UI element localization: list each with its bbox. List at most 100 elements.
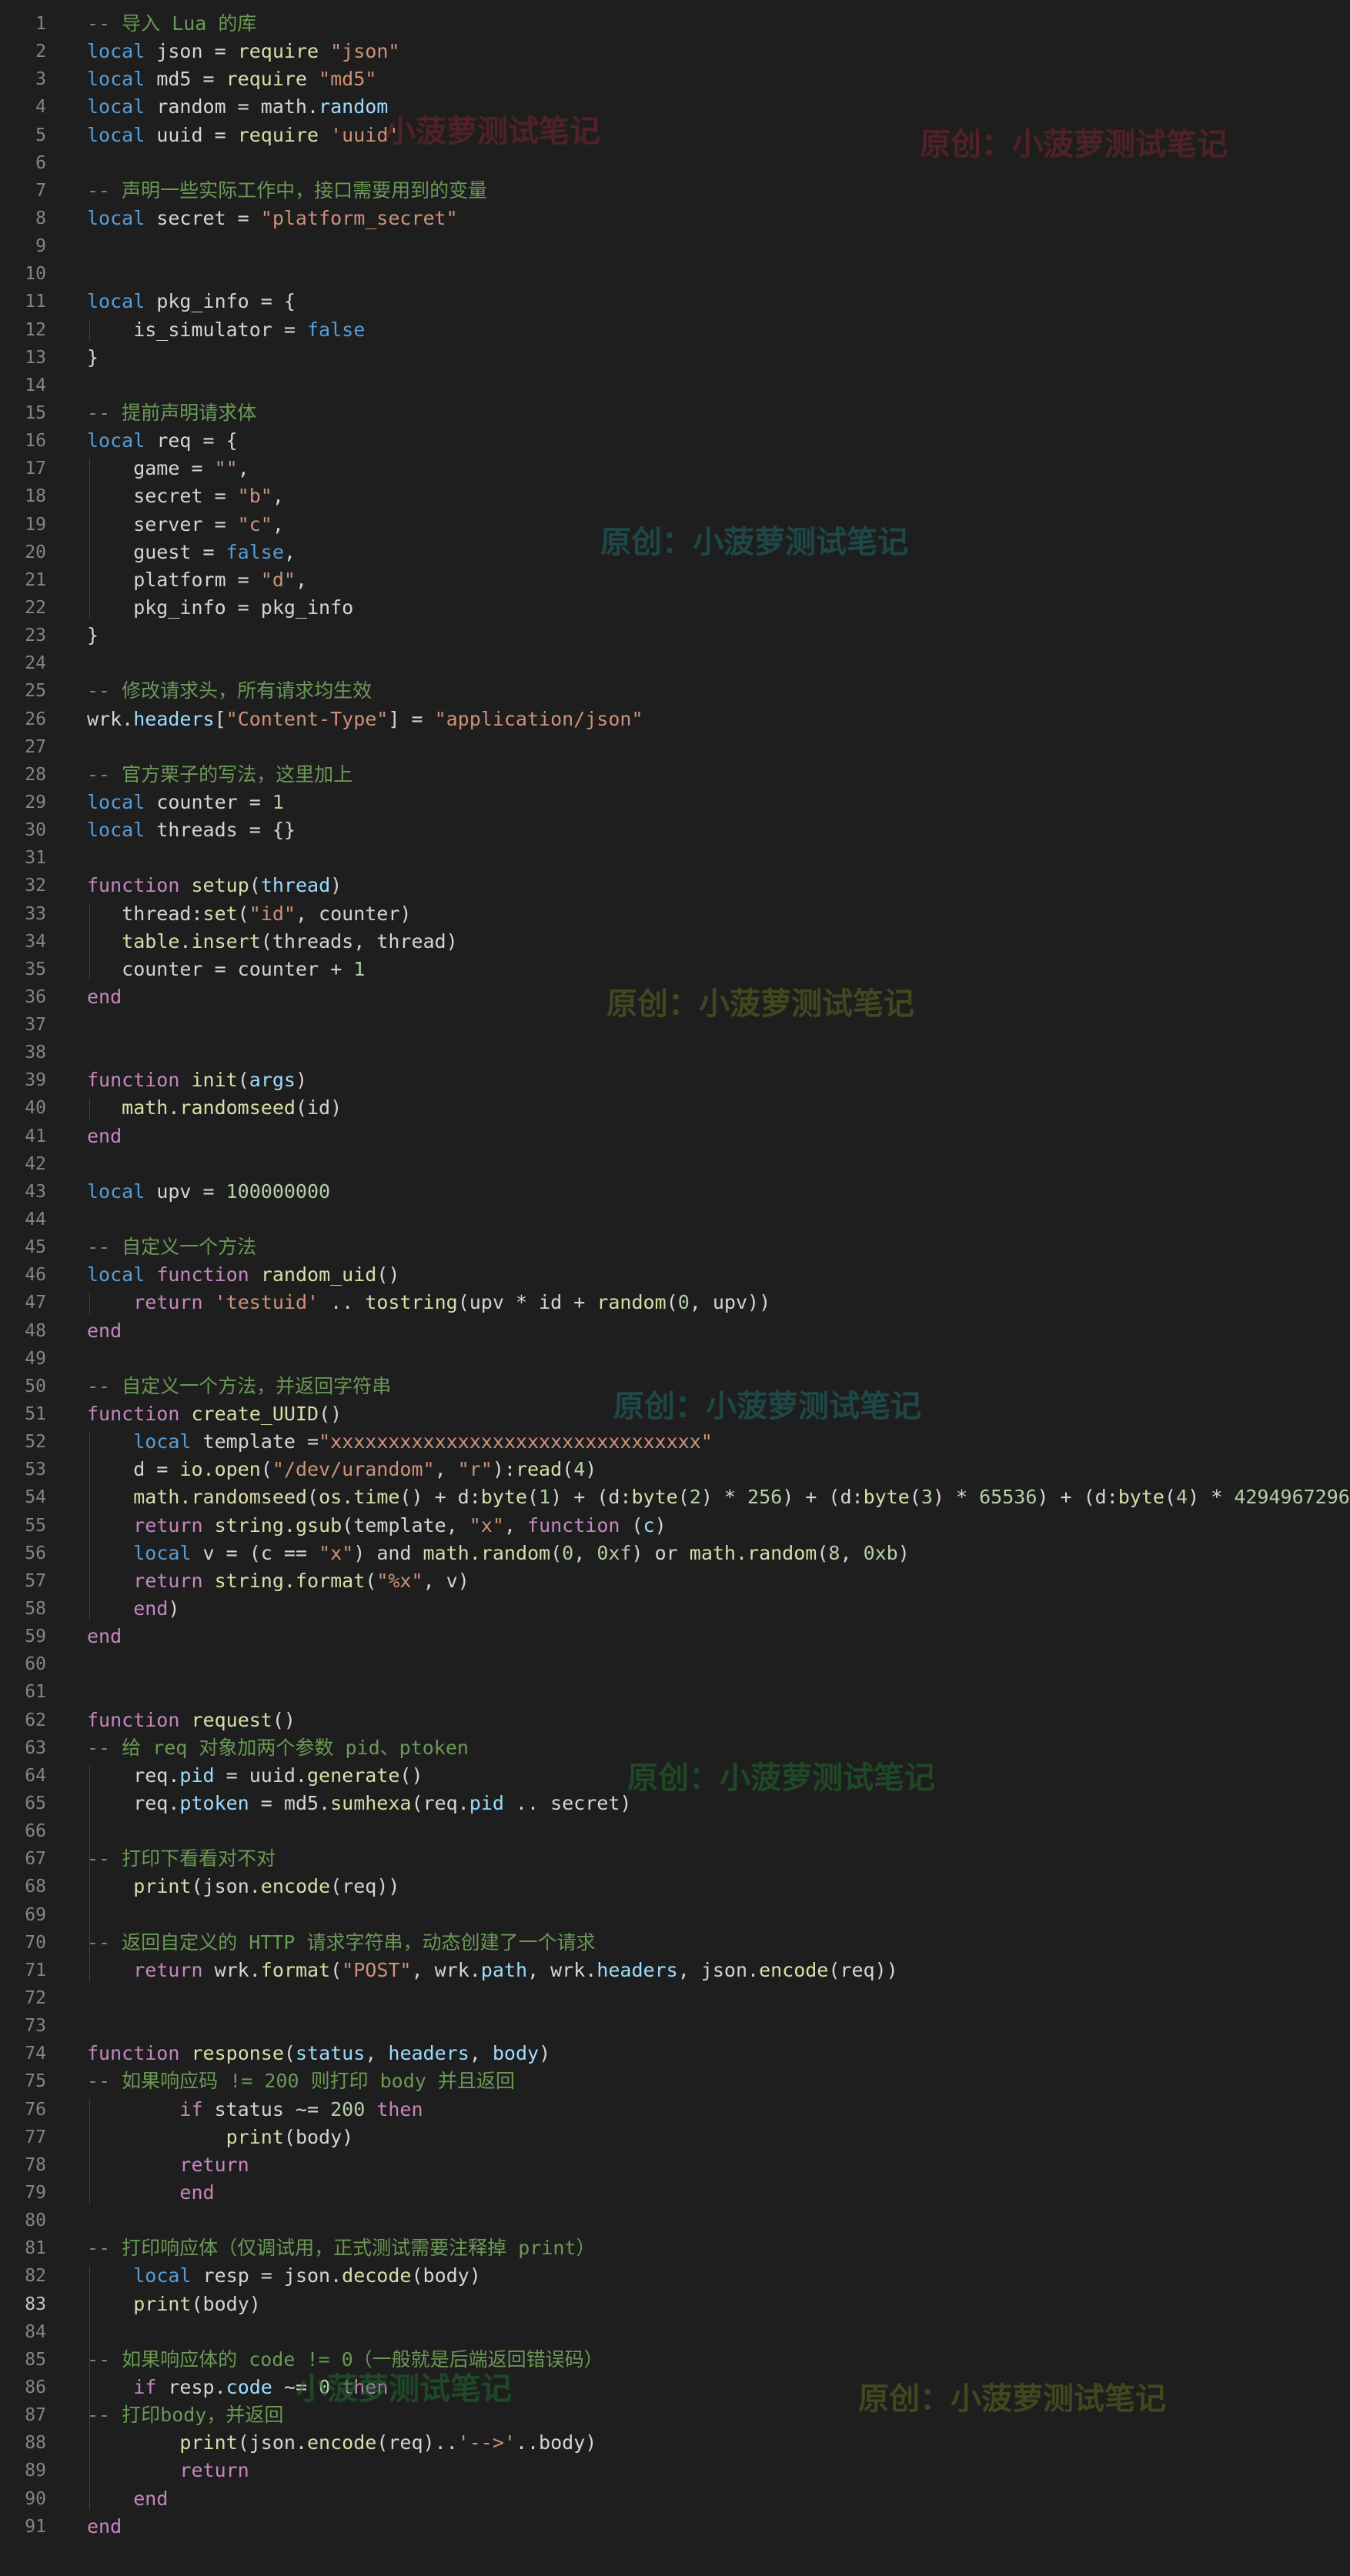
code-line[interactable]: 58 end) [0, 1595, 1350, 1623]
code-line[interactable]: 43 local upv = 100000000 [0, 1178, 1350, 1206]
line-number: 89 [25, 2461, 46, 2481]
code-line[interactable]: 3 local md5 = require "md5" [0, 65, 1350, 93]
code-line[interactable]: 7 -- 声明一些实际工作中，接口需要用到的变量 [0, 177, 1350, 205]
code-line[interactable]: 49 [0, 1345, 1350, 1373]
code-line[interactable]: 67 -- 打印下看看对不对 [0, 1845, 1350, 1873]
code-line[interactable]: 63 -- 给 req 对象加两个参数 pid、ptoken [0, 1734, 1350, 1762]
code-line[interactable]: 33 thread:set("id", counter) [0, 900, 1350, 928]
code-line[interactable]: 82 local resp = json.decode(body) [0, 2262, 1350, 2290]
code-line[interactable]: 86 if resp.code ~= 0 then [0, 2374, 1350, 2401]
code-line[interactable]: 84 [0, 2318, 1350, 2346]
code-editor[interactable]: 1 -- 导入 Lua 的库 2 local json = require "json… [0, 10, 1350, 2541]
code-line[interactable]: 66 [0, 1817, 1350, 1845]
code-line[interactable]: 88 print(json.encode(req)..'-->'..body) [0, 2429, 1350, 2457]
code-line[interactable]: 24 [0, 649, 1350, 677]
code-line[interactable]: 53 d = io.open("/dev/urandom", "r"):read… [0, 1456, 1350, 1483]
code-line[interactable]: 54 math.randomseed(os.time() + d:byte(1)… [0, 1483, 1350, 1511]
code-line[interactable]: 25 -- 修改请求头，所有请求均生效 [0, 677, 1350, 705]
code-line[interactable]: 78 return [0, 2151, 1350, 2179]
code-line[interactable]: 61 [0, 1678, 1350, 1706]
code-line[interactable]: 34 table.insert(threads, thread) [0, 928, 1350, 956]
code-line[interactable]: 28 -- 官方栗子的写法，这里加上 [0, 761, 1350, 789]
code-line[interactable]: 20 guest = false, [0, 539, 1350, 566]
code-line[interactable]: 83 print(body) [0, 2291, 1350, 2318]
code-line[interactable]: 89 return [0, 2457, 1350, 2484]
code-line[interactable]: 77 print(body) [0, 2124, 1350, 2151]
code-line[interactable]: 21 platform = "d", [0, 566, 1350, 594]
code-line[interactable]: 29 local counter = 1 [0, 789, 1350, 816]
code-line[interactable]: 72 [0, 1984, 1350, 2012]
code-line[interactable]: 12 is_simulator = false [0, 316, 1350, 344]
code-line[interactable]: 56 local v = (c == "x") and math.random(… [0, 1540, 1350, 1567]
code-line[interactable]: 35 counter = counter + 1 [0, 956, 1350, 983]
line-number: 31 [25, 848, 46, 869]
code-line[interactable]: 60 [0, 1650, 1350, 1678]
code-line[interactable]: 45 -- 自定义一个方法 [0, 1233, 1350, 1261]
code-line[interactable]: 71 return wrk.format("POST", wrk.path, w… [0, 1957, 1350, 1984]
code-line[interactable]: 5 local uuid = require 'uuid' [0, 122, 1350, 149]
code-line[interactable]: 10 [0, 260, 1350, 288]
code-line[interactable]: 17 game = "", [0, 455, 1350, 482]
code-line[interactable]: 19 server = "c", [0, 511, 1350, 539]
code-line[interactable]: 11 local pkg_info = { [0, 288, 1350, 315]
code-line[interactable]: 80 [0, 2207, 1350, 2234]
code-line[interactable]: 42 [0, 1150, 1350, 1178]
code-line[interactable]: 36 end [0, 983, 1350, 1011]
code-line[interactable]: 69 [0, 1901, 1350, 1929]
code-line[interactable]: 51 function create_UUID() [0, 1400, 1350, 1428]
code-line[interactable]: 65 req.ptoken = md5.sumhexa(req.pid .. s… [0, 1790, 1350, 1817]
code-token: [ [214, 707, 226, 730]
code-line[interactable]: 74 function response(status, headers, bod… [0, 2040, 1350, 2067]
code-line[interactable]: 16 local req = { [0, 427, 1350, 455]
code-line[interactable]: 13} [0, 344, 1350, 372]
code-line[interactable]: 85 -- 如果响应体的 code != 0（一般就是后端返回错误码） [0, 2346, 1350, 2374]
code-line[interactable]: 73 [0, 2012, 1350, 2040]
code-line[interactable]: 32 function setup(thread) [0, 872, 1350, 899]
code-line[interactable]: 52 local template ="xxxxxxxxxxxxxxxxxxxx… [0, 1428, 1350, 1456]
code-line[interactable]: 39 function init(args) [0, 1066, 1350, 1094]
code-line[interactable]: 47 return 'testuid' .. tostring(upv * id… [0, 1289, 1350, 1316]
code-line[interactable]: 91 end [0, 2513, 1350, 2541]
code-line[interactable]: 48 end [0, 1317, 1350, 1345]
code-line[interactable]: 81 -- 打印响应体（仅调试用，正式测试需要注释掉 print） [0, 2234, 1350, 2262]
code-line[interactable]: 46 local function random_uid() [0, 1261, 1350, 1289]
code-line[interactable]: 64 req.pid = uuid.generate() [0, 1762, 1350, 1790]
code-line[interactable]: 59 end [0, 1623, 1350, 1650]
code-line[interactable]: 41 end [0, 1123, 1350, 1150]
code-line[interactable]: 15 -- 提前声明请求体 [0, 399, 1350, 427]
code-line[interactable]: 1 -- 导入 Lua 的库 [0, 10, 1350, 38]
code-line[interactable]: 9 [0, 232, 1350, 260]
code-line[interactable]: 26 wrk.headers["Content-Type"] = "applica… [0, 706, 1350, 733]
code-line[interactable]: 76 if status ~= 200 then [0, 2096, 1350, 2124]
code-line[interactable]: 6 [0, 149, 1350, 177]
line-number: 32 [25, 876, 46, 896]
line-number: 79 [25, 2182, 46, 2203]
code-line[interactable]: 70 -- 返回自定义的 HTTP 请求字符串，动态创建了一个请求 [0, 1929, 1350, 1957]
code-line[interactable]: 4 local random = math.random [0, 93, 1350, 121]
line-number: 18 [25, 486, 46, 507]
code-line[interactable]: 50 -- 自定义一个方法，并返回字符串 [0, 1373, 1350, 1400]
code-line[interactable]: 27 [0, 733, 1350, 761]
code-line[interactable]: 18 secret = "b", [0, 482, 1350, 510]
code-line[interactable]: 30 local threads = {} [0, 816, 1350, 844]
code-line[interactable]: 38 [0, 1039, 1350, 1066]
code-line[interactable]: 90 end [0, 2485, 1350, 2513]
code-line[interactable]: 2 local json = require "json" [0, 38, 1350, 65]
code-line[interactable]: 79 end [0, 2179, 1350, 2207]
code-line[interactable]: 23} [0, 622, 1350, 649]
code-line[interactable]: 75 -- 如果响应码 != 200 则打印 body 并且返回 [0, 2067, 1350, 2095]
code-line[interactable]: 14 [0, 372, 1350, 399]
code-line[interactable]: 40 math.randomseed(id) [0, 1094, 1350, 1122]
code-line[interactable]: 44 [0, 1206, 1350, 1233]
line-number: 25 [25, 681, 46, 702]
code-line[interactable]: 87 -- 打印body，并返回 [0, 2401, 1350, 2429]
code-line[interactable]: 62 function request() [0, 1707, 1350, 1734]
code-line[interactable]: 37 [0, 1011, 1350, 1039]
code-line[interactable]: 22 pkg_info = pkg_info [0, 594, 1350, 622]
code-line[interactable]: 31 [0, 844, 1350, 872]
code-line[interactable]: 57 return string.format("%x", v) [0, 1567, 1350, 1595]
code-line[interactable]: 68 print(json.encode(req)) [0, 1873, 1350, 1900]
code-line[interactable]: 8 local secret = "platform_secret" [0, 205, 1350, 232]
code-line[interactable]: 55 return string.gsub(template, "x", fun… [0, 1512, 1350, 1540]
